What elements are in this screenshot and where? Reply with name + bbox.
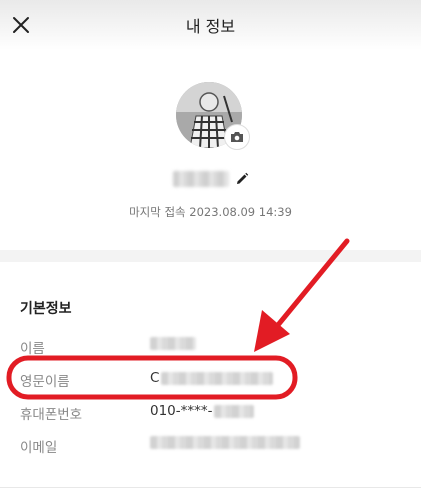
redacted-value: [213, 404, 254, 418]
info-row-phone: 휴대폰번호 010-****-: [20, 403, 400, 425]
camera-icon: [231, 132, 243, 142]
change-photo-button[interactable]: [224, 124, 250, 150]
profile-name-row: [0, 168, 421, 190]
row-label: 이메일: [20, 440, 58, 456]
page-title: 내 정보: [185, 17, 236, 36]
section-divider: [0, 250, 421, 262]
row-label: 이름: [20, 341, 45, 357]
row-value: 010-****-: [150, 403, 254, 419]
profile-avatar-area[interactable]: [176, 82, 250, 152]
redacted-value: [150, 436, 300, 449]
edit-name-button[interactable]: [235, 172, 249, 186]
info-row-name: 이름: [20, 337, 400, 359]
top-bar: 내 정보: [0, 0, 421, 50]
last-login-text: 마지막 접속 2023.08.09 14:39: [129, 205, 292, 219]
row-label: 영문이름: [20, 374, 70, 390]
profile-name-redacted: [172, 171, 229, 187]
info-row-english-name: 영문이름 C: [20, 370, 400, 392]
row-value: C: [150, 370, 274, 386]
row-label: 휴대폰번호: [20, 407, 83, 423]
info-row-email: 이메일: [20, 436, 400, 458]
row-value: [150, 337, 196, 350]
bottom-divider: [0, 487, 421, 488]
redacted-value: [161, 371, 274, 385]
row-value: [150, 436, 300, 449]
redacted-value: [150, 337, 196, 350]
pencil-icon: [236, 172, 248, 184]
basic-info-title: 기본정보: [20, 301, 72, 317]
